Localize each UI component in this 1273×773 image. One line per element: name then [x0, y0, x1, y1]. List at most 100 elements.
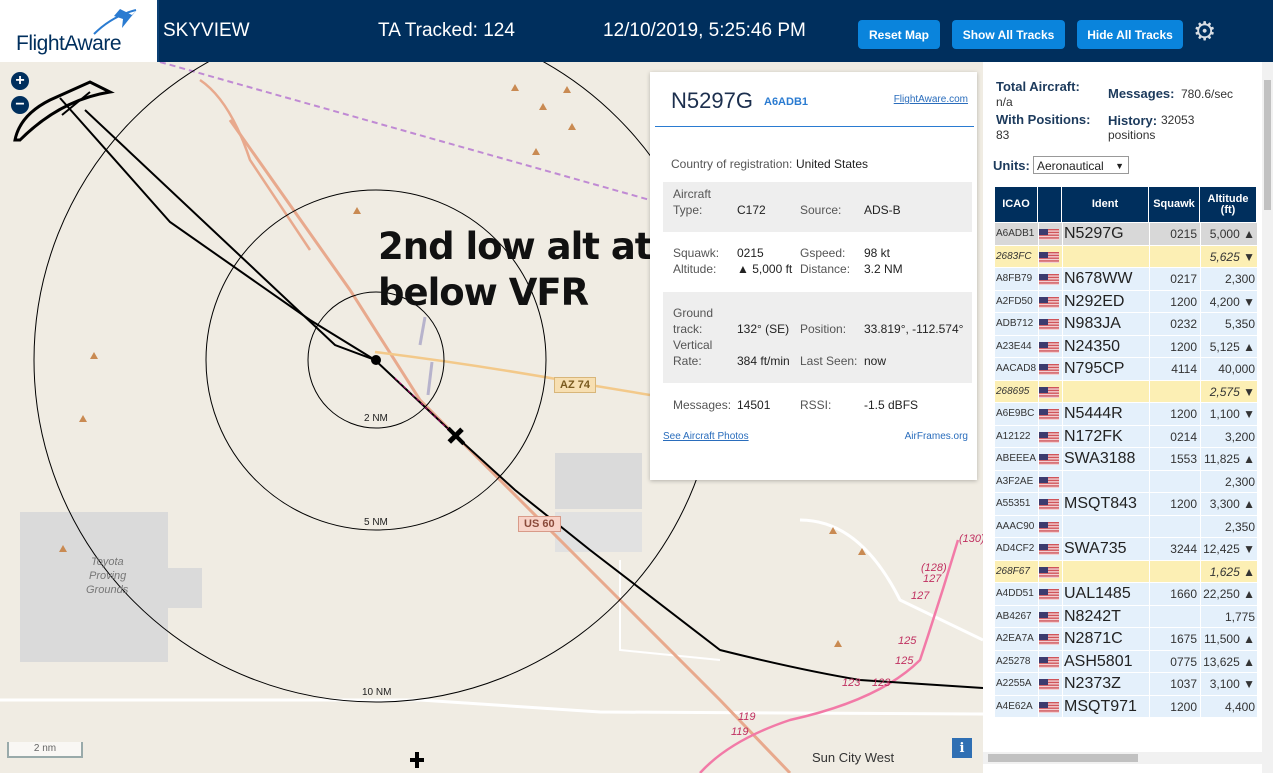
squawk-cell: 1200 — [1170, 407, 1197, 421]
zoom-in-button[interactable]: + — [11, 72, 29, 90]
column-divider — [1062, 538, 1063, 560]
vertical-scrollbar[interactable] — [1262, 62, 1273, 773]
squawk-cell: 1200 — [1170, 699, 1197, 714]
squawk-cell: 1200 — [1170, 339, 1197, 354]
us-flag-icon — [1039, 544, 1059, 555]
icao-cell: A4E62A — [996, 700, 1033, 712]
us-flag-icon — [1039, 274, 1059, 285]
route-label: 127 — [911, 590, 930, 602]
col-icao[interactable]: ICAO — [995, 187, 1038, 222]
table-row[interactable]: AACAD8 N795CP 4114 40,000 — [995, 358, 1257, 381]
altitude-cell: 40,000 — [1218, 362, 1255, 376]
column-divider — [1062, 380, 1063, 402]
icao-cell: ABEEEA — [996, 453, 1037, 464]
table-row[interactable]: AAAC90 2,350 — [995, 515, 1257, 538]
col-altitude[interactable]: Altitude (ft) — [1200, 187, 1257, 222]
ident-cell: UAL1485 — [1064, 585, 1131, 602]
column-divider — [1038, 335, 1039, 357]
ident-cell: N983JA — [1064, 315, 1121, 332]
messages-value: 14501 — [737, 398, 771, 412]
table-row[interactable]: A3F2AE 2,300 — [995, 470, 1257, 493]
icao-cell: AACAD8 — [996, 363, 1037, 374]
place-label-grounds: Grounds — [86, 584, 129, 596]
column-divider — [1149, 245, 1150, 267]
table-row[interactable]: A25278 ASH5801 0775 13,625 ▲ — [995, 650, 1257, 673]
info-icon[interactable]: i — [952, 738, 972, 758]
table-row[interactable]: A23E44 N24350 1200 5,125 ▲ — [995, 335, 1257, 358]
squawk-cell: 0217 — [1170, 272, 1197, 286]
column-divider — [1062, 223, 1063, 245]
table-row[interactable]: A6E9BC N5444R 1200 1,100 ▼ — [995, 403, 1257, 426]
ring-label-5nm: 5 NM — [364, 517, 388, 528]
hide-all-tracks-button[interactable]: Hide All Tracks — [1077, 20, 1183, 49]
ident-cell: N2373Z — [1064, 675, 1121, 692]
squawk-cell: 0215 — [1170, 227, 1197, 241]
table-row[interactable]: A2EA7A N2871C 1675 11,500 ▲ — [995, 628, 1257, 651]
reset-map-button[interactable]: Reset Map — [858, 20, 940, 49]
table-row[interactable]: 268695 2,575 ▼ — [995, 380, 1257, 403]
table-row[interactable]: 2683FC 5,625 ▼ — [995, 245, 1257, 268]
altitude-cell: 2,575 ▼ — [1209, 384, 1255, 399]
table-row[interactable]: AB4267 N8242T 1,775 — [995, 605, 1257, 628]
altitude-cell: 13,625 ▲ — [1203, 654, 1255, 669]
column-divider — [1200, 223, 1201, 245]
col-ident[interactable]: Ident — [1062, 187, 1149, 222]
place-label-sun-city-west: Sun City West — [812, 750, 895, 765]
column-divider — [1038, 560, 1039, 582]
icao-cell: AD4CF2 — [996, 543, 1035, 554]
table-row[interactable]: A2FD50 N292ED 1200 4,200 ▼ — [995, 290, 1257, 313]
column-divider — [1062, 673, 1063, 695]
us-flag-icon — [1039, 454, 1059, 465]
us-flag-icon — [1039, 499, 1059, 510]
squawk-cell: 1200 — [1170, 497, 1197, 511]
zoom-out-button[interactable]: − — [11, 96, 29, 114]
column-divider — [1062, 628, 1063, 650]
column-divider — [1200, 358, 1201, 380]
ident-cell: N795CP — [1064, 360, 1125, 377]
table-row[interactable]: ABEEEA SWA3188 1553 11,825 ▲ — [995, 448, 1257, 471]
table-row[interactable]: A55351 MSQT843 1200 3,300 ▲ — [995, 493, 1257, 516]
total-aircraft-value: n/a — [996, 95, 1013, 109]
country-value: United States — [796, 157, 869, 171]
scroll-thumb[interactable] — [1264, 80, 1271, 210]
aircraft-photos-link[interactable]: See Aircraft Photos — [663, 431, 749, 442]
column-divider — [1062, 470, 1063, 492]
horizontal-scrollbar[interactable] — [983, 752, 1262, 764]
us-flag-icon — [1039, 229, 1059, 240]
table-row[interactable]: ADB712 N983JA 0232 5,350 — [995, 313, 1257, 336]
column-divider — [1200, 290, 1201, 312]
altitude-cell: 1,625 ▲ — [1209, 564, 1255, 579]
col-squawk[interactable]: Squawk — [1149, 187, 1200, 222]
table-row[interactable]: AD4CF2 SWA735 3244 12,425 ▼ — [995, 538, 1257, 561]
column-divider — [1062, 515, 1063, 537]
route-label: 119 — [731, 726, 749, 738]
table-row[interactable]: A4DD51 UAL1485 1660 22,250 ▲ — [995, 583, 1257, 606]
route-label: (130) — [959, 533, 983, 545]
show-all-tracks-button[interactable]: Show All Tracks — [952, 20, 1065, 49]
scroll-thumb[interactable] — [988, 754, 1138, 762]
column-divider — [1062, 560, 1063, 582]
column-divider — [1149, 380, 1150, 402]
table-row[interactable]: 268F67 1,625 ▲ — [995, 560, 1257, 583]
table-row[interactable]: A2255A N2373Z 1037 3,100 ▼ — [995, 673, 1257, 696]
table-row[interactable]: A12122 N172FK 0214 3,200 — [995, 425, 1257, 448]
column-divider — [1149, 695, 1150, 717]
airframes-link[interactable]: AirFrames.org — [905, 431, 968, 442]
table-row[interactable]: A8FB79 N678WW 0217 2,300 — [995, 268, 1257, 291]
col-flag[interactable] — [1038, 187, 1062, 222]
altitude-cell: 5,625 ▼ — [1209, 249, 1255, 264]
flightaware-link[interactable]: FlightAware.com — [894, 94, 968, 105]
gear-icon[interactable]: ⚙ — [1193, 18, 1216, 44]
units-label: Units: — [993, 158, 1030, 173]
us-flag-icon — [1039, 319, 1059, 330]
flightaware-logo[interactable]: FlightAware — [0, 0, 159, 62]
table-row[interactable]: A4E62A MSQT971 1200 4,400 — [995, 695, 1257, 718]
column-divider — [1038, 605, 1039, 627]
vertical-label: Vertical — [673, 338, 713, 352]
altitude-cell: 3,100 ▼ — [1209, 677, 1255, 691]
units-select[interactable]: Aeronautical ▼ — [1033, 156, 1129, 174]
column-divider — [1149, 470, 1150, 492]
table-row[interactable]: A6ADB1 N5297G 0215 5,000 ▲ — [995, 223, 1257, 246]
column-divider — [1062, 583, 1063, 605]
aircraft-info-popup: N5297G A6ADB1 FlightAware.com Country of… — [650, 72, 977, 480]
